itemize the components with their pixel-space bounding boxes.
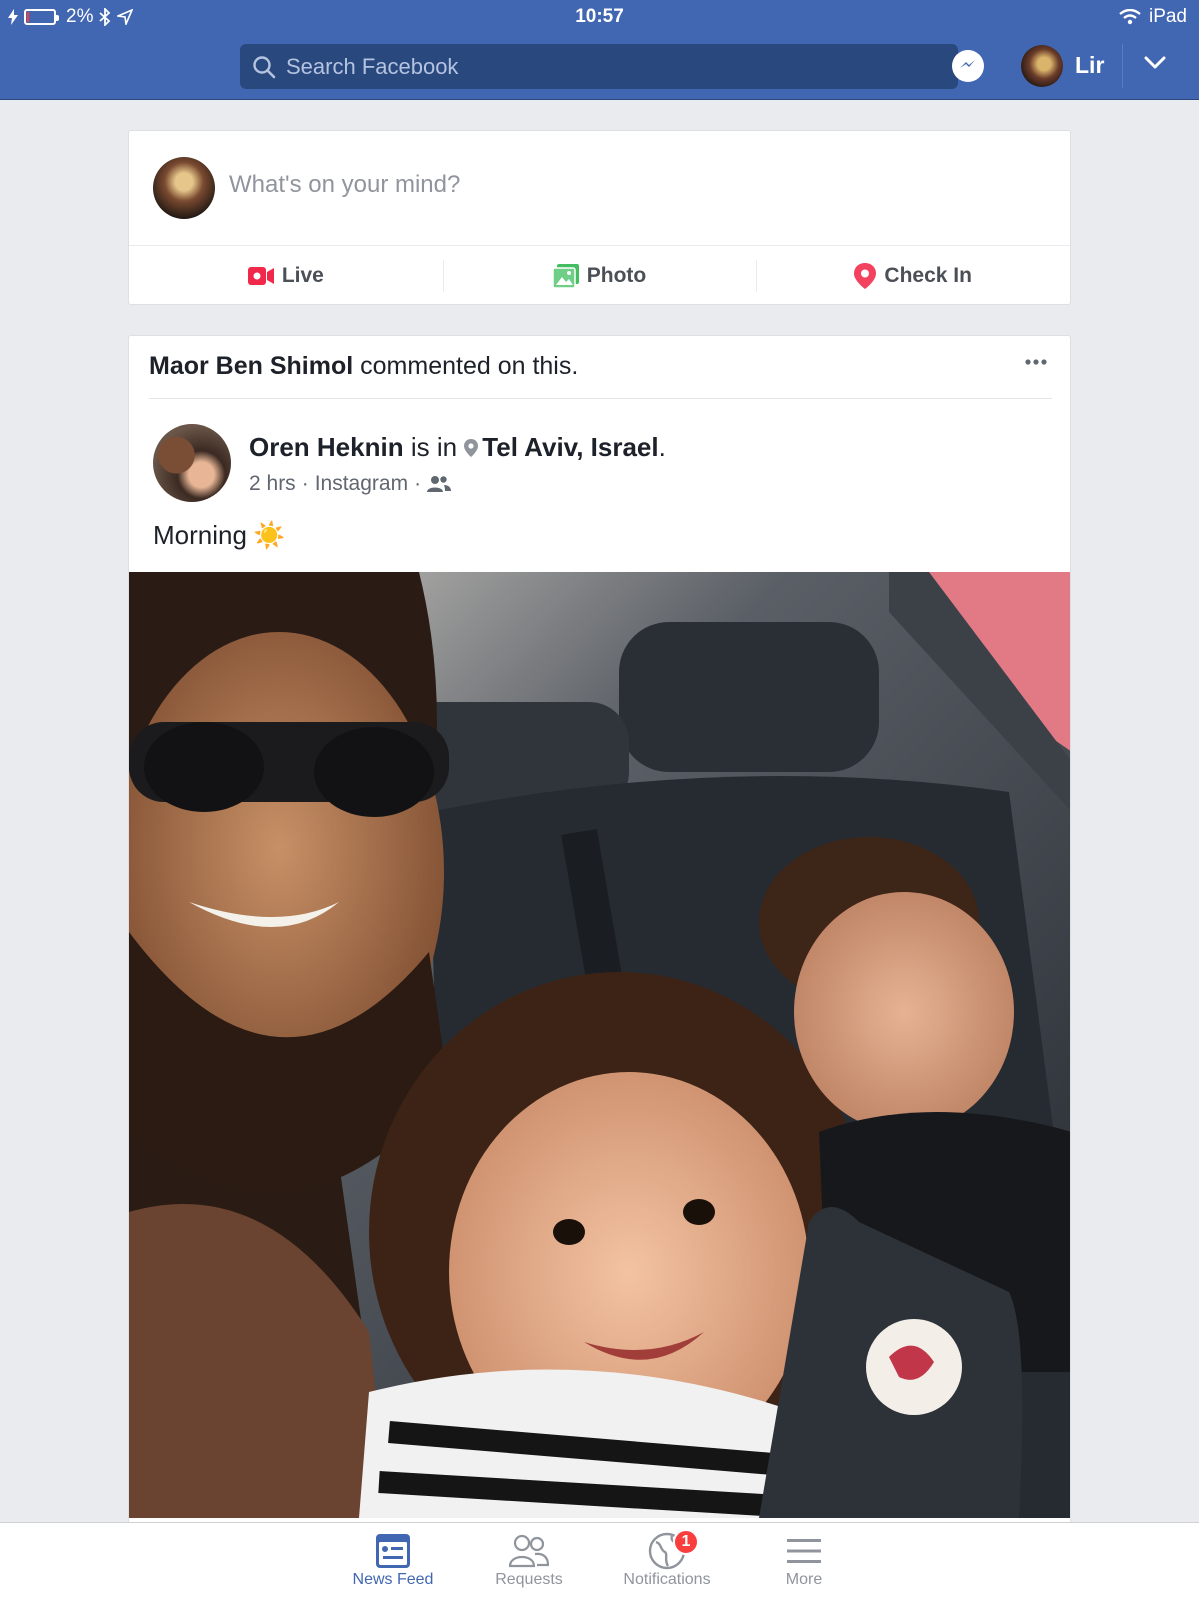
search-input[interactable]	[286, 53, 906, 80]
story-action-text: commented on this.	[353, 352, 579, 380]
messenger-button[interactable]	[952, 50, 984, 82]
photo-icon	[552, 264, 579, 288]
feed-post: Maor Ben Shimol commented on this. Oren …	[128, 335, 1071, 1535]
wifi-icon	[1119, 9, 1141, 25]
messenger-icon	[960, 60, 975, 68]
tab-label: Requests	[495, 1571, 563, 1588]
live-video-icon	[247, 267, 274, 285]
composer-avatar	[153, 157, 215, 219]
sun-emoji: ☀️	[252, 520, 286, 550]
status-right: iPad	[1119, 6, 1187, 28]
meta-separator: ·	[414, 472, 422, 495]
tab-label: More	[785, 1571, 823, 1588]
tab-label: News Feed	[352, 1571, 434, 1588]
more-options-icon[interactable]	[1024, 358, 1048, 366]
notification-badge: 1	[673, 1529, 699, 1555]
photo-illustration	[129, 572, 1070, 1518]
chevron-down-icon[interactable]	[1144, 56, 1166, 70]
search-bar[interactable]	[240, 44, 958, 89]
check-in-button[interactable]: Check In	[756, 246, 1070, 306]
profile-name[interactable]: Lir	[1075, 52, 1104, 79]
search-icon	[253, 55, 276, 78]
author-name-link[interactable]: Oren Heknin	[249, 432, 404, 462]
tab-more[interactable]: More	[739, 1531, 869, 1589]
story-actor-link[interactable]: Maor Ben Shimol	[149, 352, 353, 380]
photo-button[interactable]: Photo	[442, 246, 757, 306]
post-message: Morning	[153, 520, 247, 550]
friend-requests-icon	[509, 1534, 549, 1568]
composer-actions: Live Photo Check In	[129, 246, 1070, 306]
profile-avatar[interactable]	[1021, 45, 1063, 87]
post-source: Instagram	[314, 472, 409, 495]
live-button[interactable]: Live	[129, 246, 443, 306]
live-label: Live	[281, 264, 324, 287]
status-bar: 2% 10:57 iPad	[0, 0, 1199, 34]
post-text: Morning ☀️	[153, 520, 285, 551]
story-divider	[149, 398, 1052, 399]
status-input[interactable]	[229, 171, 929, 199]
tab-requests[interactable]: Requests	[464, 1531, 594, 1589]
location-pin-small-icon	[464, 439, 479, 457]
news-feed-icon	[376, 1534, 410, 1568]
tab-label: Notifications	[623, 1571, 711, 1588]
location-suffix: .	[658, 432, 666, 462]
friends-icon[interactable]	[427, 475, 452, 493]
story-header: Maor Ben Shimol commented on this.	[149, 352, 578, 381]
meta-separator: ·	[301, 472, 309, 495]
post-photo[interactable]	[129, 572, 1070, 1518]
post-composer: Live Photo Check In	[128, 130, 1071, 305]
nav-divider	[1122, 44, 1123, 88]
location-pin-icon	[854, 263, 877, 289]
menu-icon	[787, 1539, 821, 1563]
status-time: 10:57	[575, 6, 624, 27]
author-connector: is in	[403, 432, 465, 462]
check-in-label: Check In	[884, 264, 972, 287]
post-meta: 2 hrs · Instagram ·	[249, 472, 452, 496]
author-line: Oren Heknin is in Tel Aviv, Israel.	[249, 432, 666, 463]
tab-news-feed[interactable]: News Feed	[328, 1531, 458, 1589]
device-name: iPad	[1148, 6, 1187, 27]
author-avatar[interactable]	[153, 424, 231, 502]
bottom-tab-bar: News Feed Requests 1 Notifications More	[0, 1522, 1199, 1600]
photo-label: Photo	[586, 264, 647, 287]
tab-notifications[interactable]: 1 Notifications	[602, 1529, 732, 1589]
location-link[interactable]: Tel Aviv, Israel	[482, 432, 658, 462]
post-time[interactable]: 2 hrs	[249, 472, 296, 496]
top-navigation-bar: 2% 10:57 iPad Lir	[0, 0, 1199, 100]
